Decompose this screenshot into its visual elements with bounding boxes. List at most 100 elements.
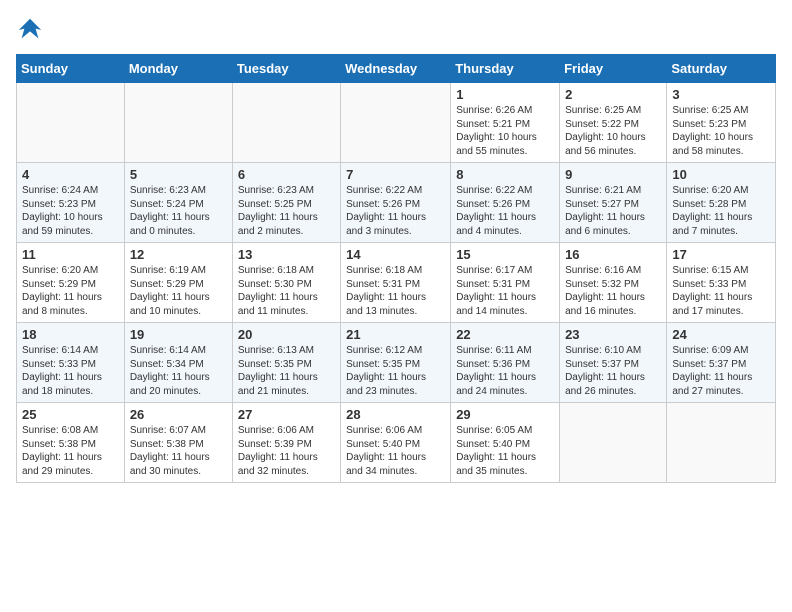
day-number: 21 [346,327,445,342]
calendar-day-11: 11Sunrise: 6:20 AM Sunset: 5:29 PM Dayli… [17,243,125,323]
calendar-body: 1Sunrise: 6:26 AM Sunset: 5:21 PM Daylig… [17,83,776,483]
day-info: Sunrise: 6:12 AM Sunset: 5:35 PM Dayligh… [346,344,445,398]
calendar-day-empty [560,403,667,483]
weekday-header-monday: Monday [124,55,232,83]
calendar-week-2: 4 Sunrise: 6:24 AM Sunset: 5:23 PM Daylig… [17,163,776,243]
calendar-day-26: 26Sunrise: 6:07 AM Sunset: 5:38 PM Dayli… [124,403,232,483]
calendar-week-3: 11Sunrise: 6:20 AM Sunset: 5:29 PM Dayli… [17,243,776,323]
day-info: Sunrise: 6:25 AM Sunset: 5:22 PM Dayligh… [565,104,661,158]
calendar-day-16: 16Sunrise: 6:16 AM Sunset: 5:32 PM Dayli… [560,243,667,323]
calendar-week-1: 1Sunrise: 6:26 AM Sunset: 5:21 PM Daylig… [17,83,776,163]
calendar-day-empty [17,83,125,163]
day-info: Sunrise: 6:23 AM Sunset: 5:25 PM Dayligh… [238,184,335,238]
calendar-week-4: 18 Sunrise: 6:14 AM Sunset: 5:33 PM Dayli… [17,323,776,403]
calendar-day-24: 24 Sunrise: 6:09 AM Sunset: 5:37 PM Dayli… [667,323,776,403]
calendar-day-8: 8 Sunrise: 6:22 AM Sunset: 5:26 PM Daylig… [451,163,560,243]
calendar-day-21: 21 Sunrise: 6:12 AM Sunset: 5:35 PM Dayli… [341,323,451,403]
day-number: 4 [22,167,119,182]
day-info: Sunrise: 6:06 AM Sunset: 5:40 PM Dayligh… [346,424,445,478]
day-number: 6 [238,167,335,182]
header-row: SundayMondayTuesdayWednesdayThursdayFrid… [17,55,776,83]
day-info: Sunrise: 6:10 AM Sunset: 5:37 PM Dayligh… [565,344,661,398]
day-info: Sunrise: 6:21 AM Sunset: 5:27 PM Dayligh… [565,184,661,238]
day-info: Sunrise: 6:18 AM Sunset: 5:30 PM Dayligh… [238,264,335,318]
day-number: 8 [456,167,554,182]
day-number: 14 [346,247,445,262]
day-info: Sunrise: 6:26 AM Sunset: 5:21 PM Dayligh… [456,104,554,158]
day-info: Sunrise: 6:18 AM Sunset: 5:31 PM Dayligh… [346,264,445,318]
day-number: 20 [238,327,335,342]
day-info: Sunrise: 6:22 AM Sunset: 5:26 PM Dayligh… [456,184,554,238]
calendar-day-empty [232,83,340,163]
logo [16,16,48,44]
weekday-header-sunday: Sunday [17,55,125,83]
weekday-header-friday: Friday [560,55,667,83]
weekday-header-tuesday: Tuesday [232,55,340,83]
calendar-day-1: 1Sunrise: 6:26 AM Sunset: 5:21 PM Daylig… [451,83,560,163]
day-info: Sunrise: 6:15 AM Sunset: 5:33 PM Dayligh… [672,264,770,318]
day-info: Sunrise: 6:13 AM Sunset: 5:35 PM Dayligh… [238,344,335,398]
calendar-day-5: 5 Sunrise: 6:23 AM Sunset: 5:24 PM Daylig… [124,163,232,243]
day-info: Sunrise: 6:24 AM Sunset: 5:23 PM Dayligh… [22,184,119,238]
day-number: 25 [22,407,119,422]
day-number: 16 [565,247,661,262]
day-number: 3 [672,87,770,102]
day-number: 19 [130,327,227,342]
calendar-day-2: 2 Sunrise: 6:25 AM Sunset: 5:22 PM Daylig… [560,83,667,163]
day-number: 26 [130,407,227,422]
calendar-day-25: 25 Sunrise: 6:08 AM Sunset: 5:38 PM Dayli… [17,403,125,483]
day-number: 29 [456,407,554,422]
calendar-week-5: 25 Sunrise: 6:08 AM Sunset: 5:38 PM Dayli… [17,403,776,483]
calendar-day-12: 12 Sunrise: 6:19 AM Sunset: 5:29 PM Dayli… [124,243,232,323]
weekday-header-wednesday: Wednesday [341,55,451,83]
calendar-day-27: 27Sunrise: 6:06 AM Sunset: 5:39 PM Dayli… [232,403,340,483]
day-number: 2 [565,87,661,102]
day-info: Sunrise: 6:14 AM Sunset: 5:34 PM Dayligh… [130,344,227,398]
calendar-day-3: 3 Sunrise: 6:25 AM Sunset: 5:23 PM Daylig… [667,83,776,163]
day-info: Sunrise: 6:08 AM Sunset: 5:38 PM Dayligh… [22,424,119,478]
calendar-day-15: 15Sunrise: 6:17 AM Sunset: 5:31 PM Dayli… [451,243,560,323]
day-number: 13 [238,247,335,262]
calendar-day-22: 22 Sunrise: 6:11 AM Sunset: 5:36 PM Dayli… [451,323,560,403]
logo-icon [16,16,44,44]
calendar-day-18: 18 Sunrise: 6:14 AM Sunset: 5:33 PM Dayli… [17,323,125,403]
calendar-day-17: 17 Sunrise: 6:15 AM Sunset: 5:33 PM Dayli… [667,243,776,323]
day-number: 24 [672,327,770,342]
day-info: Sunrise: 6:05 AM Sunset: 5:40 PM Dayligh… [456,424,554,478]
calendar-table: SundayMondayTuesdayWednesdayThursdayFrid… [16,54,776,483]
calendar-day-empty [341,83,451,163]
day-info: Sunrise: 6:20 AM Sunset: 5:29 PM Dayligh… [22,264,119,318]
day-info: Sunrise: 6:11 AM Sunset: 5:36 PM Dayligh… [456,344,554,398]
calendar-day-14: 14 Sunrise: 6:18 AM Sunset: 5:31 PM Dayli… [341,243,451,323]
calendar-day-7: 7 Sunrise: 6:22 AM Sunset: 5:26 PM Daylig… [341,163,451,243]
calendar-day-23: 23 Sunrise: 6:10 AM Sunset: 5:37 PM Dayli… [560,323,667,403]
day-number: 17 [672,247,770,262]
day-info: Sunrise: 6:14 AM Sunset: 5:33 PM Dayligh… [22,344,119,398]
calendar-day-6: 6 Sunrise: 6:23 AM Sunset: 5:25 PM Daylig… [232,163,340,243]
day-info: Sunrise: 6:22 AM Sunset: 5:26 PM Dayligh… [346,184,445,238]
day-number: 18 [22,327,119,342]
calendar-day-19: 19 Sunrise: 6:14 AM Sunset: 5:34 PM Dayli… [124,323,232,403]
day-info: Sunrise: 6:19 AM Sunset: 5:29 PM Dayligh… [130,264,227,318]
calendar-day-20: 20 Sunrise: 6:13 AM Sunset: 5:35 PM Dayli… [232,323,340,403]
day-number: 23 [565,327,661,342]
day-number: 27 [238,407,335,422]
calendar-day-29: 29 Sunrise: 6:05 AM Sunset: 5:40 PM Dayli… [451,403,560,483]
weekday-header-saturday: Saturday [667,55,776,83]
calendar-day-10: 10Sunrise: 6:20 AM Sunset: 5:28 PM Dayli… [667,163,776,243]
day-number: 5 [130,167,227,182]
day-info: Sunrise: 6:23 AM Sunset: 5:24 PM Dayligh… [130,184,227,238]
day-number: 7 [346,167,445,182]
calendar-day-empty [667,403,776,483]
page-header [16,16,776,44]
calendar-day-9: 9 Sunrise: 6:21 AM Sunset: 5:27 PM Daylig… [560,163,667,243]
day-number: 12 [130,247,227,262]
day-number: 28 [346,407,445,422]
day-info: Sunrise: 6:17 AM Sunset: 5:31 PM Dayligh… [456,264,554,318]
day-number: 22 [456,327,554,342]
calendar-day-empty [124,83,232,163]
day-number: 9 [565,167,661,182]
day-info: Sunrise: 6:25 AM Sunset: 5:23 PM Dayligh… [672,104,770,158]
day-info: Sunrise: 6:09 AM Sunset: 5:37 PM Dayligh… [672,344,770,398]
calendar-day-4: 4 Sunrise: 6:24 AM Sunset: 5:23 PM Daylig… [17,163,125,243]
